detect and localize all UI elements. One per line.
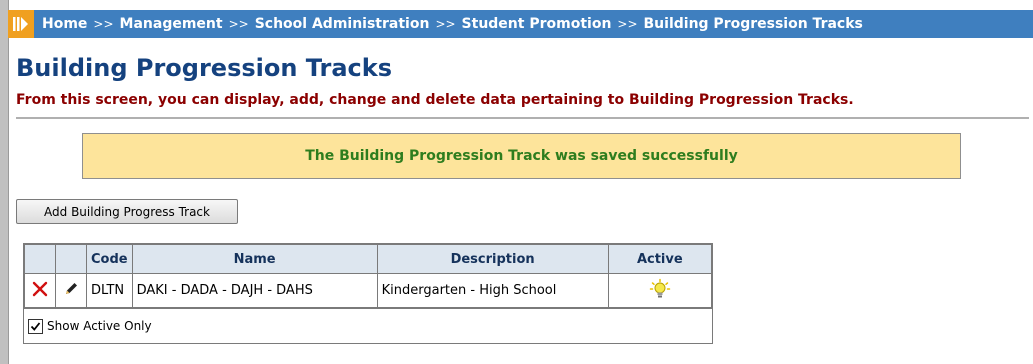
checkmark-icon: [30, 321, 41, 331]
column-header-code[interactable]: Code: [86, 244, 133, 274]
delete-icon[interactable]: [32, 281, 48, 297]
breadcrumb-separator: >>: [435, 17, 456, 31]
column-header-description[interactable]: Description: [376, 244, 609, 274]
grid-header-row: Code Name Description Active: [24, 244, 713, 274]
edit-cell: [55, 273, 87, 308]
title-divider: [16, 117, 1029, 119]
add-building-progress-track-button[interactable]: Add Building Progress Track: [16, 199, 238, 224]
breadcrumb-current-page: Building Progression Tracks: [643, 16, 863, 32]
breadcrumb-separator: >>: [93, 17, 114, 31]
success-message-text: The Building Progression Track was saved…: [305, 148, 738, 164]
pencil-icon[interactable]: [63, 281, 79, 297]
column-header-delete: [24, 244, 56, 274]
column-header-name[interactable]: Name: [131, 244, 378, 274]
show-active-only-checkbox[interactable]: [28, 318, 43, 334]
show-active-only-label[interactable]: Show Active Only: [47, 319, 152, 333]
delete-cell: [24, 273, 56, 308]
breadcrumb: Home >> Management >> School Administrat…: [8, 10, 1033, 38]
column-header-active[interactable]: Active: [607, 244, 713, 274]
breadcrumb-home[interactable]: Home: [42, 16, 87, 32]
lightbulb-icon: [649, 278, 671, 300]
table-row: DLTN DAKI - DADA - DAJH - DAHS Kindergar…: [24, 273, 713, 308]
progression-tracks-grid: Code Name Description Active DLTN DAKI -…: [23, 243, 713, 344]
column-header-edit: [55, 244, 87, 274]
cell-active: [607, 273, 713, 308]
left-frame-border: [0, 0, 9, 364]
app-logo-icon: [8, 10, 34, 38]
breadcrumb-school-administration[interactable]: School Administration: [255, 16, 430, 32]
cell-code: DLTN: [86, 273, 133, 308]
breadcrumb-separator: >>: [617, 17, 638, 31]
grid-table: Code Name Description Active DLTN DAKI -…: [24, 244, 713, 308]
breadcrumb-management[interactable]: Management: [120, 16, 223, 32]
success-message: The Building Progression Track was saved…: [82, 133, 961, 179]
breadcrumb-separator: >>: [228, 17, 249, 31]
page-subtitle: From this screen, you can display, add, …: [16, 92, 854, 108]
breadcrumb-student-promotion[interactable]: Student Promotion: [462, 16, 612, 32]
grid-footer: Show Active Only: [24, 308, 712, 343]
page-title: Building Progression Tracks: [16, 54, 393, 82]
cell-name: DAKI - DADA - DAJH - DAHS: [131, 273, 378, 308]
cell-description: Kindergarten - High School: [376, 273, 609, 308]
